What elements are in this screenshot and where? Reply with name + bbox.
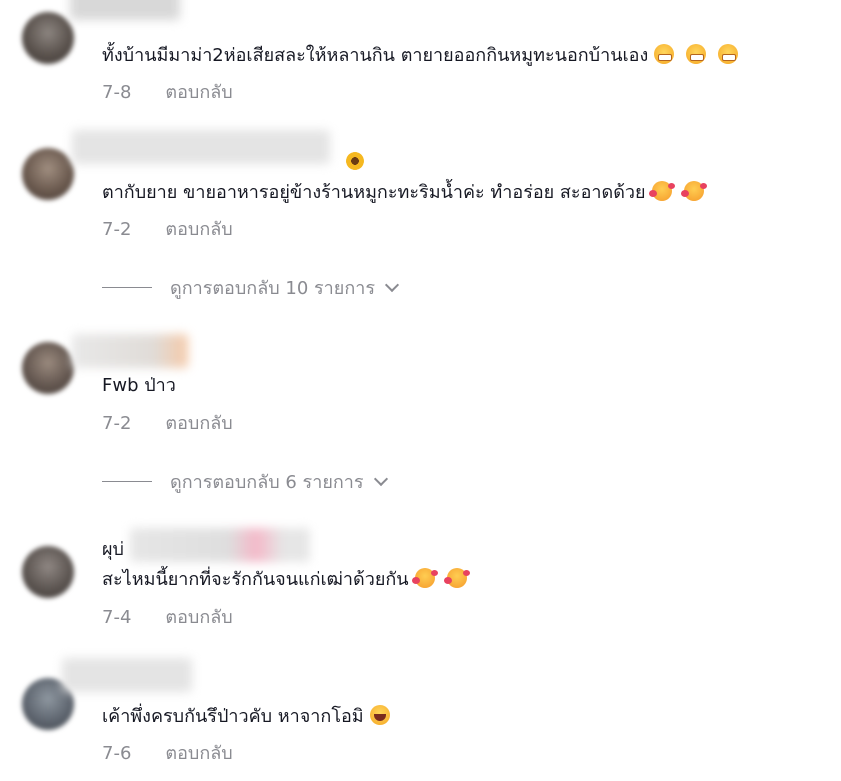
divider-line bbox=[102, 481, 152, 482]
avatar[interactable] bbox=[22, 342, 74, 394]
comment-date: 7-6 bbox=[102, 743, 132, 764]
comment-meta: 7-4 ตอบกลับ bbox=[102, 602, 233, 631]
grinning-face-emoji-icon bbox=[654, 44, 675, 64]
smiling-face-with-hearts-emoji-icon bbox=[680, 181, 707, 201]
reply-button[interactable]: ตอบกลับ bbox=[165, 219, 232, 240]
divider-line bbox=[102, 287, 152, 288]
laughing-face-emoji-icon bbox=[369, 705, 390, 725]
reply-button[interactable]: ตอบกลับ bbox=[165, 743, 232, 764]
comment-date: 7-8 bbox=[102, 82, 132, 103]
comment-text: ทั้งบ้านมีมาม่า2ห่อเสียสละให้หลานกิน ตาย… bbox=[102, 44, 739, 68]
smiling-face-with-hearts-emoji-icon bbox=[443, 568, 470, 588]
view-replies-button[interactable]: ดูการตอบกลับ 10 รายการ bbox=[102, 273, 400, 302]
comment-meta: 7-8 ตอบกลับ bbox=[102, 77, 233, 106]
comment-date: 7-2 bbox=[102, 413, 132, 434]
comment-date: 7-2 bbox=[102, 219, 132, 240]
comment-text: ตากับยาย ขายอาหารอยู่ข้างร้านหมูกะทะริมน… bbox=[102, 181, 707, 205]
avatar[interactable] bbox=[22, 148, 74, 200]
username-blurred[interactable] bbox=[62, 658, 192, 692]
view-replies-label: ดูการตอบกลับ 10 รายการ bbox=[170, 278, 375, 299]
username-blurred[interactable] bbox=[72, 130, 330, 164]
comment-text: เค้าพึ่งครบกันรึป่าวคับ หาจากโอมิ bbox=[102, 705, 390, 729]
username-blurred[interactable] bbox=[70, 0, 180, 20]
grinning-face-emoji-icon bbox=[686, 44, 707, 64]
grinning-face-emoji-icon bbox=[718, 44, 739, 64]
comment-meta: 7-2 ตอบกลับ bbox=[102, 408, 233, 437]
view-replies-button[interactable]: ดูการตอบกลับ 6 รายการ bbox=[102, 467, 388, 496]
smiling-face-with-hearts-emoji-icon bbox=[648, 181, 675, 201]
comment-text: Fwb ป่าว bbox=[102, 375, 176, 396]
chevron-down-icon bbox=[384, 277, 400, 293]
avatar[interactable] bbox=[22, 546, 74, 598]
comment-meta: 7-2 ตอบกลับ bbox=[102, 214, 233, 243]
username-blurred[interactable] bbox=[130, 528, 310, 562]
reply-button[interactable]: ตอบกลับ bbox=[165, 607, 232, 628]
comment-text: สะไหมนี้ยากที่จะรักกันจนแก่เฒ่าด้วยกัน bbox=[102, 568, 470, 592]
smiling-face-with-hearts-emoji-icon bbox=[411, 568, 438, 588]
chevron-down-icon bbox=[373, 471, 388, 487]
reply-button[interactable]: ตอบกลับ bbox=[165, 413, 232, 434]
username-blurred[interactable] bbox=[72, 334, 188, 368]
comment-prefix: ผุบ่ bbox=[102, 539, 124, 560]
sunflower-emoji-icon bbox=[346, 152, 364, 170]
avatar[interactable] bbox=[22, 12, 74, 64]
comment-meta: 7-6 ตอบกลับ bbox=[102, 738, 233, 767]
comment-date: 7-4 bbox=[102, 607, 132, 628]
reply-button[interactable]: ตอบกลับ bbox=[165, 82, 232, 103]
view-replies-label: ดูการตอบกลับ 6 รายการ bbox=[170, 472, 364, 493]
